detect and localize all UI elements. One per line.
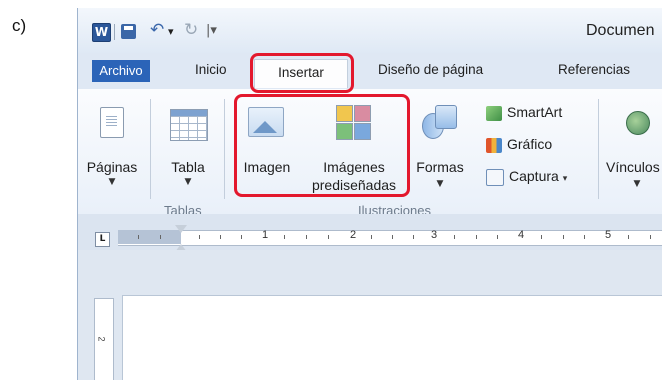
formas-button[interactable]: Formas ▼ [412, 99, 468, 189]
redo-icon[interactable]: ↻ [184, 20, 198, 40]
ruler-tick [413, 235, 414, 239]
ruler-tick [160, 235, 161, 239]
qat-separator [114, 24, 115, 40]
highlight-insertar-tab [250, 53, 354, 93]
ruler-tick [241, 235, 242, 239]
ruler-tick [497, 235, 498, 239]
tab-diseno-de-pagina[interactable]: Diseño de página [378, 62, 483, 77]
ruler-tick [454, 235, 455, 239]
save-icon[interactable] [121, 24, 136, 39]
tab-selector[interactable]: L [95, 232, 110, 247]
ruler-number: 5 [605, 229, 612, 241]
document-title: Documen [586, 22, 655, 39]
undo-icon[interactable]: ↶ [150, 20, 164, 40]
grafico-label: Gráfico [507, 136, 553, 152]
tabla-label: Tabla [171, 159, 205, 175]
link-icon [626, 111, 650, 135]
group-separator [598, 99, 599, 199]
ruler-tick [138, 235, 139, 239]
customize-qat-icon[interactable]: |▾ [206, 23, 217, 38]
ruler-tick [392, 235, 393, 239]
smartart-button[interactable]: SmartArt [486, 104, 562, 121]
vertical-ruler-number: 2 [96, 336, 107, 342]
formas-label: Formas [416, 159, 464, 175]
document-page[interactable] [122, 295, 662, 380]
ruler-tick [220, 235, 221, 239]
table-icon [170, 109, 208, 141]
ruler-tick [371, 235, 372, 239]
tab-referencias[interactable]: Referencias [558, 62, 630, 77]
title-bar: W ↶ ▾ ↻ |▾ Documen [78, 8, 662, 53]
ruler-tick [476, 235, 477, 239]
ruler-tick [628, 235, 629, 239]
formas-dropdown-icon: ▼ [436, 179, 444, 189]
ruler-tick [584, 235, 585, 239]
ruler-tick [541, 235, 542, 239]
page-icon [100, 107, 124, 138]
ribbon-tabs: Archivo Inicio Insertar Diseño de página… [78, 53, 662, 90]
grafico-button[interactable]: Gráfico [486, 136, 552, 153]
paginas-label: Páginas [86, 159, 138, 175]
tab-archivo[interactable]: Archivo [92, 60, 150, 82]
undo-dropdown-icon[interactable]: ▾ [168, 25, 174, 38]
ruler-tick [328, 235, 329, 239]
group-separator [224, 99, 225, 199]
ruler-left-margin [118, 230, 181, 244]
ruler-number: 2 [350, 229, 357, 241]
ruler-tick [563, 235, 564, 239]
smartart-label: SmartArt [507, 104, 563, 120]
tabla-dropdown-icon: ▼ [184, 177, 192, 187]
ruler-tick [650, 235, 651, 239]
word-app-icon[interactable]: W [92, 23, 111, 42]
captura-label: Captura [509, 168, 559, 184]
ruler-tick [306, 235, 307, 239]
first-line-indent-marker[interactable] [175, 225, 187, 233]
captura-button[interactable]: Captura ▾ [486, 168, 567, 186]
ruler-number: 4 [518, 229, 525, 241]
group-separator [150, 99, 151, 199]
highlight-image-group [234, 94, 410, 197]
smartart-icon [486, 105, 502, 121]
vinculos-button[interactable]: Vínculos ▼ [606, 99, 662, 189]
vinculos-label: Vínculos [606, 159, 660, 175]
figure-label: c) [12, 16, 27, 35]
ruler-number: 1 [262, 229, 269, 241]
ruler-number: 3 [431, 229, 438, 241]
captura-dropdown-icon: ▾ [562, 174, 568, 184]
screenshot-icon [486, 168, 504, 186]
tab-inicio[interactable]: Inicio [195, 62, 227, 77]
ruler-tick [199, 235, 200, 239]
chart-icon [486, 137, 502, 153]
ruler-tick [284, 235, 285, 239]
shapes-icon [422, 105, 457, 139]
paginas-button[interactable]: Páginas ▼ [86, 99, 138, 187]
paginas-dropdown-icon: ▼ [108, 177, 116, 187]
tabla-button[interactable]: Tabla ▼ [160, 99, 216, 187]
word-window: W ↶ ▾ ↻ |▾ Documen Archivo Inicio Insert… [77, 8, 662, 380]
vinculos-dropdown-icon: ▼ [633, 179, 641, 189]
